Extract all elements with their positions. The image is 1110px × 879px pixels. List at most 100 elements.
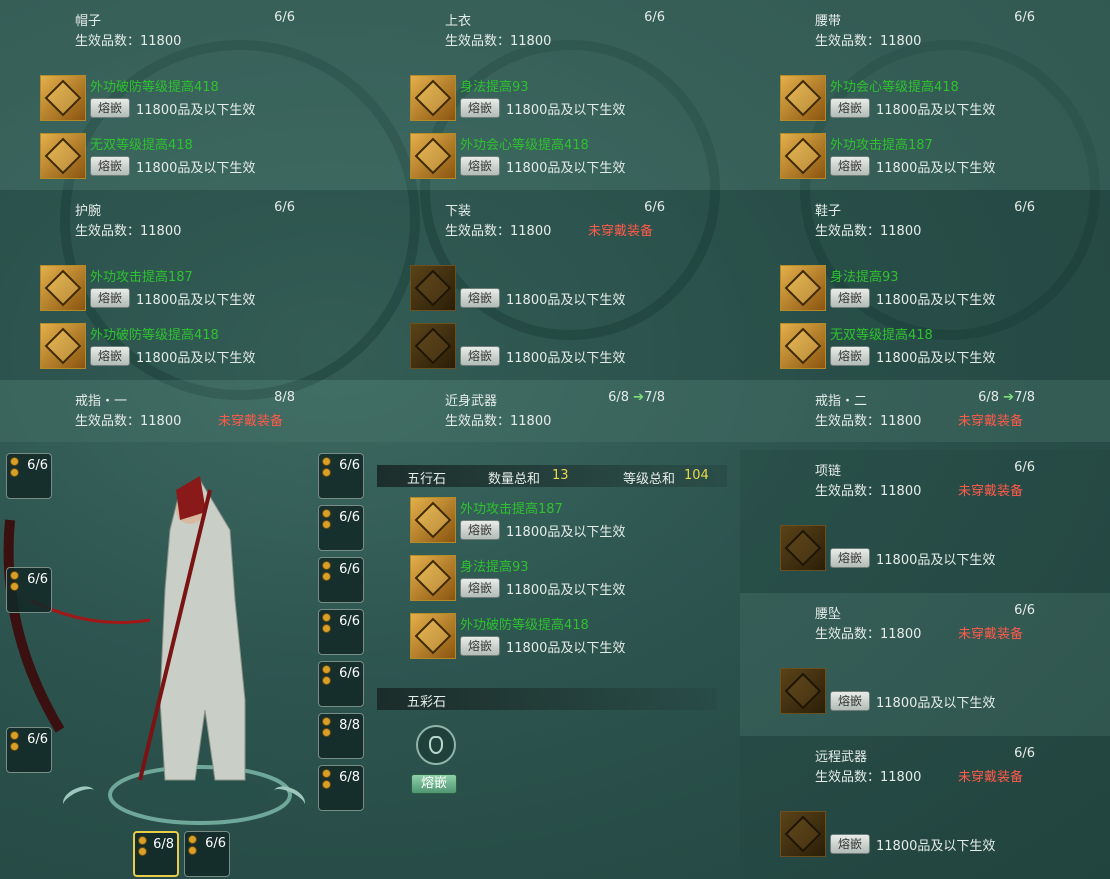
equipment-slot: 护腕 6/6 生效品数：11800 外功攻击提高187 熔嵌 11800品及以下生效 外功破… (0, 190, 370, 380)
gem-icon[interactable] (780, 668, 826, 714)
gem-dots-icon (10, 731, 20, 753)
gem-requirement: 11800品及以下生效 (506, 583, 626, 598)
gem-icon[interactable] (40, 75, 86, 121)
gem-row: 外功攻击提高187 熔嵌 11800品及以下生效 (780, 133, 1110, 181)
inlay-button[interactable]: 熔嵌 (460, 156, 500, 176)
inlay-button[interactable]: 熔嵌 (90, 156, 130, 176)
equipment-quick-slot[interactable]: 6/8 (318, 765, 364, 811)
gem-row: 外功攻击提高187 熔嵌 11800品及以下生效 (40, 265, 370, 313)
quality-value: 11800 (880, 627, 922, 642)
slot-quality: 生效品数：11800 (815, 410, 921, 429)
gem-requirement: 11800品及以下生效 (876, 293, 996, 308)
inlay-button[interactable]: 熔嵌 (90, 346, 130, 366)
slot-count-value: 6/6 (644, 10, 665, 25)
quality-label: 生效品数： (445, 414, 511, 429)
gem-icon[interactable] (410, 265, 456, 311)
gem-icon[interactable] (410, 613, 456, 659)
wuxing-qty-label: 数量总和 (488, 472, 541, 487)
quality-value: 11800 (510, 34, 552, 49)
gem-icon[interactable] (40, 265, 86, 311)
equipment-quick-slot[interactable]: 8/8 (318, 713, 364, 759)
slot-count: 6/6 (274, 200, 295, 215)
inlay-button[interactable]: 熔嵌 (90, 288, 130, 308)
equipment-quick-slot[interactable]: 6/6 (318, 557, 364, 603)
inlay-button[interactable]: 熔嵌 (460, 520, 500, 540)
inlay-button[interactable]: 熔嵌 (460, 98, 500, 118)
inlay-button[interactable]: 熔嵌 (830, 691, 870, 711)
slot-quality: 生效品数：11800 (445, 220, 551, 239)
quick-slot-count: 6/6 (27, 572, 48, 587)
slot-quality: 生效品数：11800 (445, 410, 551, 429)
equipment-quick-slot[interactable]: 6/6 (318, 661, 364, 707)
gem-icon[interactable] (780, 75, 826, 121)
equipment-quick-slot[interactable]: 6/6 (184, 831, 230, 877)
quality-label: 生效品数： (815, 484, 881, 499)
gem-icon[interactable] (780, 811, 826, 857)
slot-count: 6/6 (1014, 603, 1035, 618)
quality-label: 生效品数： (75, 34, 141, 49)
slot-count: 8/8 (274, 390, 295, 405)
inlay-button[interactable]: 熔嵌 (830, 288, 870, 308)
quality-value: 11800 (880, 34, 922, 49)
equipment-quick-slot[interactable]: 6/6 (6, 727, 52, 773)
gem-attribute: 身法提高93 (460, 560, 529, 575)
gem-row: 熔嵌 11800品及以下生效 (780, 668, 1110, 716)
slot-header: 帽子 6/6 (75, 10, 295, 30)
gem-icon[interactable] (780, 265, 826, 311)
slot-name: 腰坠 (815, 607, 842, 622)
gem-icon[interactable] (780, 525, 826, 571)
gem-requirement: 11800品及以下生效 (506, 525, 626, 540)
character-preview (0, 450, 370, 879)
slot-count-upgrade: 7/8 (1014, 390, 1035, 405)
equipment-quick-slot[interactable]: 6/6 (6, 453, 52, 499)
accessory-slot: 项链 6/6 生效品数：11800 未穿戴装备 熔嵌 11800品及以下生效 (740, 450, 1110, 593)
gem-icon[interactable] (780, 323, 826, 369)
inlay-button[interactable]: 熔嵌 (460, 346, 500, 366)
inlay-button[interactable]: 熔嵌 (90, 98, 130, 118)
gem-attribute: 外功破防等级提高418 (460, 618, 589, 633)
gem-icon[interactable] (40, 133, 86, 179)
gem-requirement: 11800品及以下生效 (136, 161, 256, 176)
gem-icon[interactable] (410, 75, 456, 121)
equipment-slot: 戒指・二 6/8 ➔7/8 生效品数：11800 未穿戴装备 (740, 380, 1110, 442)
inlay-button[interactable]: 熔嵌 (830, 346, 870, 366)
gem-dots-icon (322, 457, 332, 479)
gem-icon[interactable] (410, 323, 456, 369)
equipment-quick-slot[interactable]: 6/8 (133, 831, 179, 877)
gem-row: 熔嵌 11800品及以下生效 (780, 811, 1110, 859)
inlay-button[interactable]: 熔嵌 (460, 578, 500, 598)
gem-icon[interactable] (410, 555, 456, 601)
equipment-slot: 上衣 6/6 生效品数：11800 身法提高93 熔嵌 11800品及以下生效 外功会心等级… (370, 0, 740, 190)
equipment-quick-slot[interactable]: 6/6 (318, 609, 364, 655)
quality-value: 11800 (140, 34, 182, 49)
gem-icon[interactable] (410, 133, 456, 179)
quality-value: 11800 (510, 224, 552, 239)
inlay-button[interactable]: 熔嵌 (460, 636, 500, 656)
slot-name: 近身武器 (445, 394, 498, 409)
gem-dots-icon (322, 769, 332, 791)
inlay-button[interactable]: 熔嵌 (460, 288, 500, 308)
inlay-button[interactable]: 熔嵌 (830, 834, 870, 854)
equipment-quick-slot[interactable]: 6/6 (318, 453, 364, 499)
quality-label: 生效品数： (75, 224, 141, 239)
gem-icon[interactable] (780, 133, 826, 179)
equipment-quick-slot[interactable]: 6/6 (6, 567, 52, 613)
unworn-status: 未穿戴装备 (958, 484, 1024, 499)
wucai-inlay-button[interactable]: 熔嵌 (411, 774, 457, 794)
equipment-slot: 鞋子 6/6 生效品数：11800 身法提高93 熔嵌 11800品及以下生效 无双等级提高… (740, 190, 1110, 380)
slot-quality: 生效品数：11800 (815, 623, 921, 642)
slot-count-upgrade: 7/8 (644, 390, 665, 405)
wuxing-header: 五行石 数量总和 13 等级总和 104 (377, 465, 727, 487)
inlay-button[interactable]: 熔嵌 (830, 156, 870, 176)
slot-quality: 生效品数：11800 (815, 480, 921, 499)
equipment-quick-slot[interactable]: 6/6 (318, 505, 364, 551)
slot-header: 下装 6/6 (445, 200, 665, 220)
inlay-button[interactable]: 熔嵌 (830, 98, 870, 118)
gem-icon[interactable] (40, 323, 86, 369)
gem-row: 外功会心等级提高418 熔嵌 11800品及以下生效 (410, 133, 740, 181)
wucai-stone-icon[interactable] (416, 725, 456, 765)
inlay-button[interactable]: 熔嵌 (830, 548, 870, 568)
gem-icon[interactable] (410, 497, 456, 543)
quality-label: 生效品数： (75, 414, 141, 429)
unworn-status: 未穿戴装备 (958, 414, 1024, 429)
